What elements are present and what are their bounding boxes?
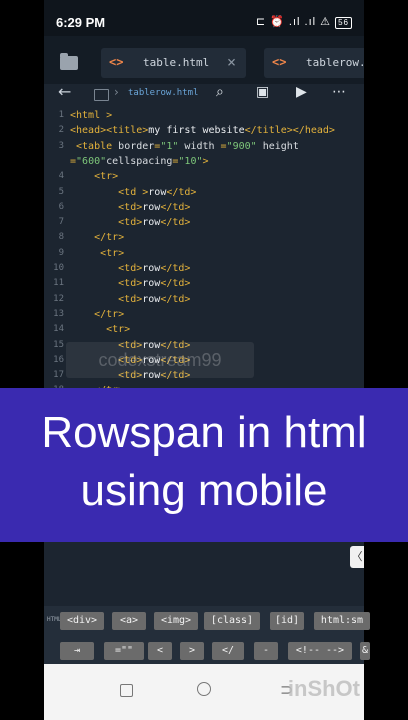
key-row2-5[interactable]: - [254, 642, 278, 660]
inshot-watermark: inShOt [287, 676, 360, 701]
tab-table-html[interactable]: <> table.html × [101, 48, 246, 78]
code-text: <td >row</td> [70, 186, 197, 198]
line-number: 8 [58, 232, 64, 243]
key-row2-4[interactable]: </ [212, 642, 244, 660]
line-number: 4 [58, 171, 64, 182]
code-line[interactable]: 1 <html > [44, 110, 364, 125]
key-row1-0[interactable]: <div> [60, 612, 104, 630]
chevron-right-icon: › [114, 85, 119, 99]
file-path[interactable]: tablerow.html [128, 88, 198, 98]
banner-line-2: using mobile [80, 466, 328, 515]
save-icon[interactable]: ▣ [256, 84, 269, 100]
folder-outline-icon[interactable] [94, 89, 109, 101]
line-number: 15 [53, 339, 64, 350]
search-icon[interactable]: ⌕ [216, 84, 224, 100]
tab-label: table.html [143, 56, 210, 69]
editor-toolbar: ← › tablerow.html ⌕ ▣ ▶ ⋯ [44, 82, 364, 106]
key-row2-7[interactable]: & [360, 642, 370, 660]
status-icons-text: ⊏ ⏰ .ıl .ıl ⚠ [255, 16, 332, 28]
battery-icon: 56 [335, 17, 352, 29]
code-line[interactable]: 4 <tr> [44, 171, 364, 186]
line-number: 3 [58, 140, 64, 151]
keyboard-mode-label[interactable]: HTML [47, 616, 61, 623]
code-text: </tr> [70, 308, 125, 320]
key-row1-1[interactable]: <a> [112, 612, 146, 630]
code-line[interactable]: 8 </tr> [44, 232, 364, 247]
key-row2-6[interactable]: <!-- --> [288, 642, 352, 660]
code-line[interactable]: 7 <td>row</td> [44, 217, 364, 232]
home-icon[interactable] [197, 682, 211, 696]
code-text: <td>row</td> [70, 217, 191, 229]
line-number: 14 [53, 324, 64, 335]
line-number: 9 [58, 247, 64, 258]
status-time: 6:29 PM [56, 15, 106, 30]
code-text: <head><title>my first website</title></h… [70, 125, 335, 137]
line-number: 2 [58, 125, 64, 136]
run-icon[interactable]: ▶ [296, 84, 307, 100]
back-arrow-icon[interactable]: ← [58, 82, 71, 101]
code-text: <tr> [70, 324, 131, 336]
key-row2-1[interactable]: ="" [104, 642, 144, 660]
line-number: 10 [53, 263, 64, 273]
code-line[interactable]: 10 <td>row</td> [44, 263, 364, 278]
code-line[interactable]: 11 <td>row</td> [44, 278, 364, 293]
line-number: 17 [53, 370, 64, 381]
title-banner: Rowspan in html using mobile [0, 388, 408, 542]
drawer-handle-icon[interactable]: 〈 [350, 546, 364, 568]
code-line[interactable]: 6 <td>row</td> [44, 202, 364, 217]
line-number: 16 [53, 354, 64, 365]
code-line[interactable]: 12 <td>row</td> [44, 294, 364, 309]
code-text: </tr> [70, 232, 125, 244]
code-line[interactable]: 14 <tr> [44, 324, 364, 339]
recent-apps-icon[interactable] [120, 684, 133, 697]
code-line[interactable]: 9 <tr> [44, 248, 364, 263]
close-icon[interactable]: × [227, 53, 236, 71]
code-icon: <> [109, 55, 124, 69]
key-row1-3[interactable]: [class] [204, 612, 260, 630]
code-line[interactable]: 3 <table border="1" width ="900" height [44, 141, 364, 156]
tab-bar: <> table.html × <> tablerow.h [44, 36, 364, 84]
code-text: <tr> [70, 247, 125, 259]
code-line[interactable]: 13 </tr> [44, 309, 364, 324]
folder-icon[interactable] [60, 53, 78, 70]
editor-lower: 〈 [44, 542, 364, 606]
banner-line-1: Rowspan in html [41, 408, 367, 457]
code-text: <td>row</td> [70, 263, 191, 274]
line-number: 5 [58, 186, 64, 197]
line-number: 12 [53, 293, 64, 304]
code-text: <html > [70, 110, 113, 121]
navigation-bar: ⊃ inShOt [44, 664, 364, 720]
line-number: 13 [53, 308, 64, 319]
symbol-keyboard: HTML <div> <a> <img> [class] [id] html:sm ⇥ =""… [44, 606, 370, 664]
key-row1-4[interactable]: [id] [270, 612, 304, 630]
line-number: 1 [58, 110, 64, 120]
key-row2-2[interactable]: < [148, 642, 172, 660]
key-row2-0[interactable]: ⇥ [60, 642, 94, 660]
watermark: codexstream99 [66, 342, 254, 378]
code-text: <table border="1" width ="900" height [70, 140, 299, 152]
code-text: <tr> [70, 171, 119, 183]
more-icon[interactable]: ⋯ [332, 84, 346, 100]
code-line[interactable]: 2 <head><title>my first website</title></… [44, 125, 364, 140]
line-number: 11 [53, 278, 64, 289]
code-text: ="600"cellspacing="10"> [70, 155, 209, 167]
code-icon: <> [272, 55, 287, 69]
code-text: <td>row</td> [70, 293, 191, 305]
line-number: 6 [58, 201, 64, 212]
key-row2-3[interactable]: > [180, 642, 204, 660]
code-line[interactable]: 5 <td >row</td> [44, 187, 364, 202]
line-number: 7 [58, 217, 64, 228]
status-icons: ⊏ ⏰ .ıl .ıl ⚠ 56 [256, 15, 352, 29]
code-text: <td>row</td> [70, 278, 191, 290]
key-row1-2[interactable]: <img> [154, 612, 198, 630]
key-row1-5[interactable]: html:sm [314, 612, 370, 630]
code-line[interactable]: ="600"cellspacing="10"> [44, 156, 364, 171]
status-bar: 6:29 PM ⊏ ⏰ .ıl .ıl ⚠ 56 [44, 0, 364, 36]
code-text: <td>row</td> [70, 201, 191, 213]
tab-label: tablerow.h [306, 56, 364, 69]
tab-tablerow-html[interactable]: <> tablerow.h [264, 48, 364, 78]
